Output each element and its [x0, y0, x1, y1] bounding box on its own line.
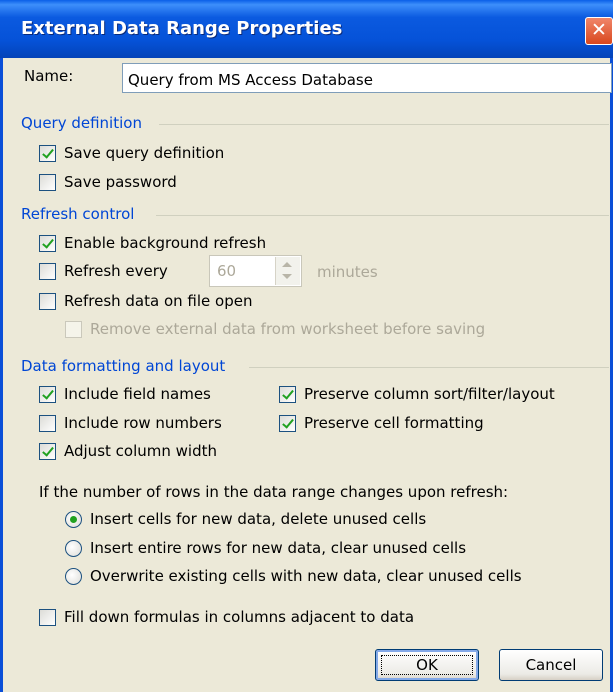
- adjust-column-width-checkbox[interactable]: [39, 442, 56, 460]
- save-query-definition-option[interactable]: Save query definition: [39, 143, 224, 163]
- cancel-button[interactable]: Cancel: [499, 649, 603, 681]
- save-password-label: Save password: [64, 173, 177, 191]
- fill-down-option[interactable]: Fill down formulas in columns adjacent t…: [39, 607, 414, 627]
- title-bar[interactable]: External Data Range Properties ✕: [0, 0, 613, 58]
- name-label: Name:: [24, 67, 74, 85]
- insert-rows-radio[interactable]: [65, 539, 82, 557]
- close-icon: ✕: [591, 19, 607, 41]
- insert-cells-label: Insert cells for new data, delete unused…: [90, 510, 427, 528]
- close-button[interactable]: ✕: [585, 17, 613, 45]
- refresh-every-option[interactable]: Refresh every: [39, 261, 168, 281]
- refresh-interval-value: 60: [217, 262, 237, 280]
- refresh-on-open-option[interactable]: Refresh data on file open: [39, 291, 252, 311]
- remove-external-data-label: Remove external data from worksheet befo…: [90, 320, 486, 338]
- rows-change-prompt: If the number of rows in the data range …: [39, 483, 509, 501]
- preserve-sort-label: Preserve column sort/filter/layout: [304, 385, 555, 403]
- remove-external-data-option: Remove external data from worksheet befo…: [65, 319, 485, 339]
- refresh-every-label: Refresh every: [64, 262, 168, 280]
- preserve-sort-checkbox[interactable]: [279, 385, 296, 403]
- save-query-definition-checkbox[interactable]: [39, 144, 56, 162]
- preserve-cell-formatting-option[interactable]: Preserve cell formatting: [279, 413, 484, 433]
- refresh-every-checkbox[interactable]: [39, 262, 56, 280]
- preserve-sort-option[interactable]: Preserve column sort/filter/layout: [279, 384, 555, 404]
- refresh-on-open-checkbox[interactable]: [39, 292, 56, 310]
- radio-overwrite-option[interactable]: Overwrite existing cells with new data, …: [65, 566, 522, 586]
- radio-insert-rows-option[interactable]: Insert entire rows for new data, clear u…: [65, 538, 466, 558]
- ok-button[interactable]: OK: [375, 649, 479, 681]
- preserve-cell-formatting-checkbox[interactable]: [279, 414, 296, 432]
- spin-up-icon[interactable]: [282, 262, 292, 267]
- overwrite-radio[interactable]: [65, 567, 82, 585]
- adjust-column-width-option[interactable]: Adjust column width: [39, 441, 217, 461]
- formatting-divider: [249, 367, 609, 368]
- include-field-names-checkbox[interactable]: [39, 385, 56, 403]
- query-definition-header: Query definition: [21, 114, 142, 132]
- formatting-header: Data formatting and layout: [21, 357, 226, 375]
- name-input[interactable]: [122, 63, 612, 93]
- refresh-control-divider: [156, 215, 609, 216]
- include-row-numbers-option[interactable]: Include row numbers: [39, 413, 222, 433]
- dialog-window: External Data Range Properties ✕ Name: Q…: [0, 0, 613, 692]
- spin-down-icon[interactable]: [282, 274, 292, 279]
- adjust-column-width-label: Adjust column width: [64, 442, 217, 460]
- save-password-option[interactable]: Save password: [39, 172, 177, 192]
- fill-down-label: Fill down formulas in columns adjacent t…: [64, 608, 415, 626]
- cancel-button-label: Cancel: [525, 656, 577, 674]
- dialog-title: External Data Range Properties: [21, 18, 343, 39]
- save-password-checkbox[interactable]: [39, 173, 56, 191]
- include-row-numbers-checkbox[interactable]: [39, 414, 56, 432]
- refresh-on-open-label: Refresh data on file open: [64, 292, 253, 310]
- refresh-interval-stepper[interactable]: 60: [209, 255, 302, 287]
- refresh-interval-spin-buttons[interactable]: [275, 257, 300, 285]
- enable-background-refresh-label: Enable background refresh: [64, 234, 267, 252]
- save-query-definition-label: Save query definition: [64, 144, 225, 162]
- overwrite-label: Overwrite existing cells with new data, …: [90, 567, 522, 585]
- ok-focus-ring: [381, 655, 473, 675]
- enable-background-refresh-checkbox[interactable]: [39, 234, 56, 252]
- preserve-cell-formatting-label: Preserve cell formatting: [304, 414, 484, 432]
- include-field-names-option[interactable]: Include field names: [39, 384, 211, 404]
- remove-external-data-checkbox: [65, 320, 82, 338]
- include-row-numbers-label: Include row numbers: [64, 414, 222, 432]
- insert-rows-label: Insert entire rows for new data, clear u…: [90, 539, 467, 557]
- fill-down-checkbox[interactable]: [39, 608, 56, 626]
- refresh-control-header: Refresh control: [21, 205, 135, 223]
- insert-cells-radio[interactable]: [65, 510, 82, 528]
- radio-insert-cells-option[interactable]: Insert cells for new data, delete unused…: [65, 509, 426, 529]
- enable-background-refresh-option[interactable]: Enable background refresh: [39, 233, 266, 253]
- query-definition-divider: [159, 124, 609, 125]
- refresh-interval-unit: minutes: [317, 263, 378, 281]
- include-field-names-label: Include field names: [64, 385, 211, 403]
